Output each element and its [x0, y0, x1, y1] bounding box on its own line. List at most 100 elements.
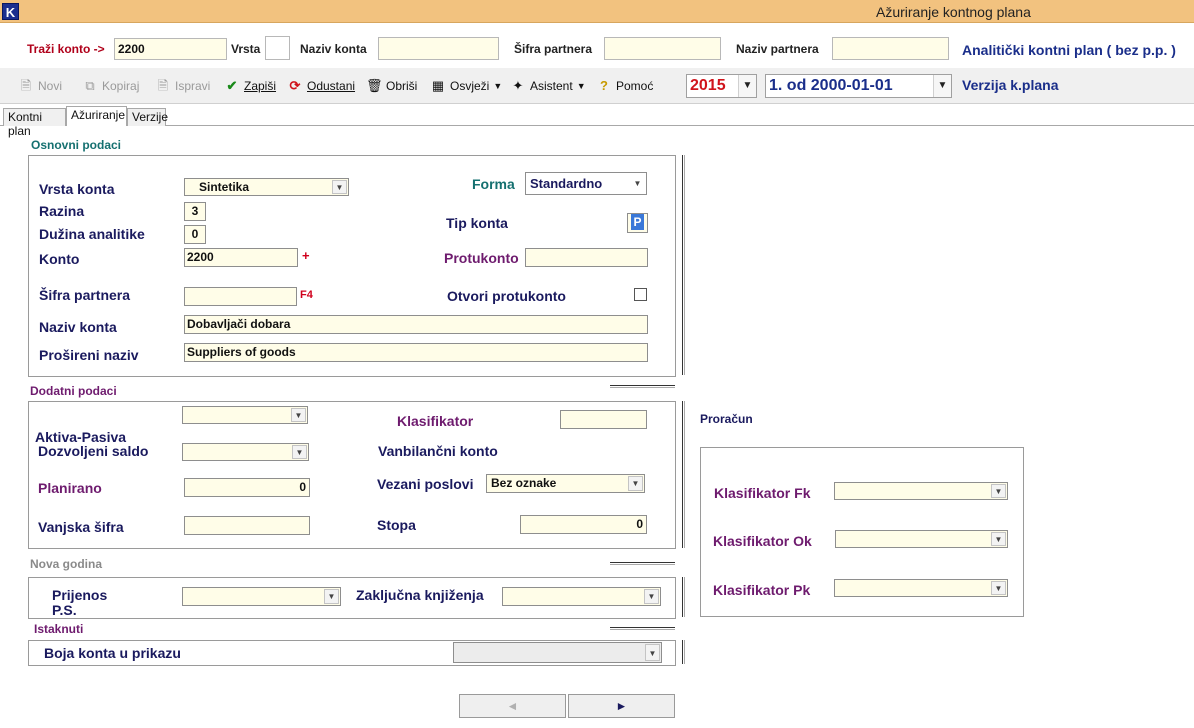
otvori-protukonto-label: Otvori protukonto [447, 288, 566, 304]
chevron-down-icon[interactable]: ▼ [324, 589, 339, 604]
zapisi-button[interactable]: ✔ Zapiši [224, 78, 276, 94]
nova-godina-title: Nova godina [30, 557, 103, 571]
zakljucna-knjizenja-label: Zaključna knjiženja [356, 587, 484, 603]
vrsta-input[interactable] [265, 36, 290, 60]
novi-label: Novi [38, 79, 63, 93]
klasifikator-ok-select[interactable]: ▼ [835, 530, 1008, 548]
pomoc-button[interactable]: ? Pomoć [596, 78, 653, 94]
protukonto-input[interactable] [525, 248, 648, 267]
chevron-down-icon[interactable]: ▼ [630, 174, 645, 193]
next-button[interactable]: ► [568, 694, 675, 718]
razina-label: Razina [39, 203, 85, 219]
obrisi-button[interactable]: 🗑 Obriši [366, 78, 417, 94]
vanjska-sifra-input[interactable] [184, 516, 310, 535]
konto-input[interactable]: 2200 [184, 248, 298, 267]
prosireni-naziv-input[interactable]: Suppliers of goods [184, 343, 648, 362]
f4-hint: F4 [300, 289, 313, 301]
trazi-konto-input[interactable]: 2200 [114, 38, 227, 60]
otvori-protukonto-checkbox[interactable] [634, 288, 647, 301]
undo-icon: ⟳ [289, 78, 301, 93]
novi-button[interactable]: 🗎 Novi [18, 78, 62, 94]
wand-icon: ✦ [512, 78, 524, 93]
forma-select[interactable]: Standardno ▼ [525, 172, 647, 195]
checkmark-icon: ✔ [226, 78, 238, 93]
dozvoljeni-saldo-select[interactable]: ▼ [182, 443, 309, 461]
planirano-label: Planirano [38, 480, 102, 496]
chevron-down-icon[interactable]: ▼ [644, 589, 659, 604]
year-select[interactable]: 2015 ▼ [686, 74, 757, 98]
sifra-partnera-search-input[interactable] [604, 37, 721, 60]
duzina-analitike-input[interactable]: 0 [184, 225, 206, 244]
chevron-down-icon[interactable]: ▼ [291, 408, 306, 422]
panel-splitter[interactable] [682, 577, 685, 617]
chevron-down-icon[interactable]: ▼ [628, 476, 643, 491]
trash-icon: 🗑 [366, 78, 383, 93]
klasifikator-input[interactable] [560, 410, 647, 429]
asistent-label: Asistent [530, 79, 573, 93]
tip-konta-label: Tip konta [446, 215, 508, 231]
klasifikator-pk-select[interactable]: ▼ [834, 579, 1008, 597]
konto-plus-marker: + [302, 248, 310, 263]
klasifikator-fk-label: Klasifikator Fk [714, 485, 811, 501]
vrsta-konta-label: Vrsta konta [39, 181, 115, 197]
klasifikator-pk-label: Klasifikator Pk [713, 582, 811, 598]
osvjezi-label: Osvježi [450, 79, 490, 93]
zapisi-label: Zapiši [244, 79, 277, 93]
tab-verzije[interactable]: Verzije [127, 108, 168, 126]
naziv-konta-search-label: Naziv konta [300, 42, 367, 56]
tab-azuriranje[interactable]: Ažuriranje [66, 106, 127, 126]
vanjska-sifra-label: Vanjska šifra [38, 519, 124, 535]
duzina-analitike-label: Dužina analitike [39, 226, 145, 242]
klasifikator-label: Klasifikator [397, 413, 474, 429]
proracun-title: Proračun [700, 412, 753, 426]
panel-splitter[interactable] [682, 640, 685, 664]
chevron-down-icon[interactable]: ▼ [933, 75, 951, 97]
razina-input[interactable]: 3 [184, 202, 206, 221]
tip-konta-value: P [631, 214, 644, 230]
sifra-partnera-input[interactable] [184, 287, 297, 306]
vezani-poslovi-select[interactable]: Bez oznake ▼ [486, 474, 645, 493]
zakljucna-knjizenja-select[interactable]: ▼ [502, 587, 661, 606]
section-splitter[interactable] [610, 562, 675, 565]
chevron-down-icon[interactable]: ▼ [738, 75, 756, 97]
chevron-down-icon[interactable]: ▼ [645, 644, 660, 661]
chevron-down-icon[interactable]: ▼ [991, 484, 1006, 498]
stopa-input[interactable]: 0 [520, 515, 647, 534]
asistent-button[interactable]: ✦ Asistent ▼ [510, 78, 586, 94]
section-splitter[interactable] [610, 627, 675, 630]
stopa-label: Stopa [377, 517, 416, 533]
chevron-down-icon[interactable]: ▼ [991, 581, 1006, 595]
naziv-konta-input[interactable]: Dobavljači dobara [184, 315, 648, 334]
boja-konta-select[interactable]: ▼ [453, 642, 662, 663]
section-splitter[interactable] [610, 385, 675, 388]
chevron-down-icon[interactable]: ▼ [332, 180, 347, 194]
plan-title: Analitički kontni plan ( bez p.p. ) [962, 42, 1176, 58]
osvjezi-button[interactable]: ▦ Osvježi ▼ [430, 78, 502, 94]
aktiva-pasiva-select[interactable]: ▼ [182, 406, 308, 424]
tab-kontni-plan[interactable]: Kontni plan [3, 108, 66, 138]
chevron-down-icon[interactable]: ▼ [991, 532, 1006, 546]
chevron-down-icon: ▼ [493, 81, 503, 91]
odustani-button[interactable]: ⟳ Odustani [287, 78, 355, 94]
ispravi-button[interactable]: 🗎 Ispravi [155, 78, 211, 94]
planirano-input[interactable]: 0 [184, 478, 310, 497]
vrsta-label: Vrsta [231, 42, 261, 56]
klasifikator-fk-select[interactable]: ▼ [834, 482, 1008, 500]
tip-konta-input[interactable]: P [627, 213, 648, 233]
chevron-down-icon[interactable]: ▼ [292, 445, 307, 459]
version-value: 1. od 2000-01-01 [769, 77, 893, 94]
kopiraj-button[interactable]: ⧉ Kopiraj [82, 78, 139, 94]
version-select[interactable]: 1. od 2000-01-01 ▼ [765, 74, 952, 98]
trazi-konto-label: Traži konto -> [27, 42, 105, 56]
new-document-icon: 🗎 [20, 78, 32, 93]
refresh-icon: ▦ [431, 78, 445, 93]
panel-splitter[interactable] [682, 155, 685, 375]
prijenos-ps-select[interactable]: ▼ [182, 587, 341, 606]
panel-splitter[interactable] [682, 401, 685, 548]
protukonto-label: Protukonto [444, 250, 519, 266]
previous-button[interactable]: ◄ [459, 694, 566, 718]
naziv-konta-search-input[interactable] [378, 37, 499, 60]
help-icon: ? [600, 78, 608, 93]
naziv-partnera-search-input[interactable] [832, 37, 949, 60]
vrsta-konta-select[interactable]: Sintetika ▼ [184, 178, 349, 196]
